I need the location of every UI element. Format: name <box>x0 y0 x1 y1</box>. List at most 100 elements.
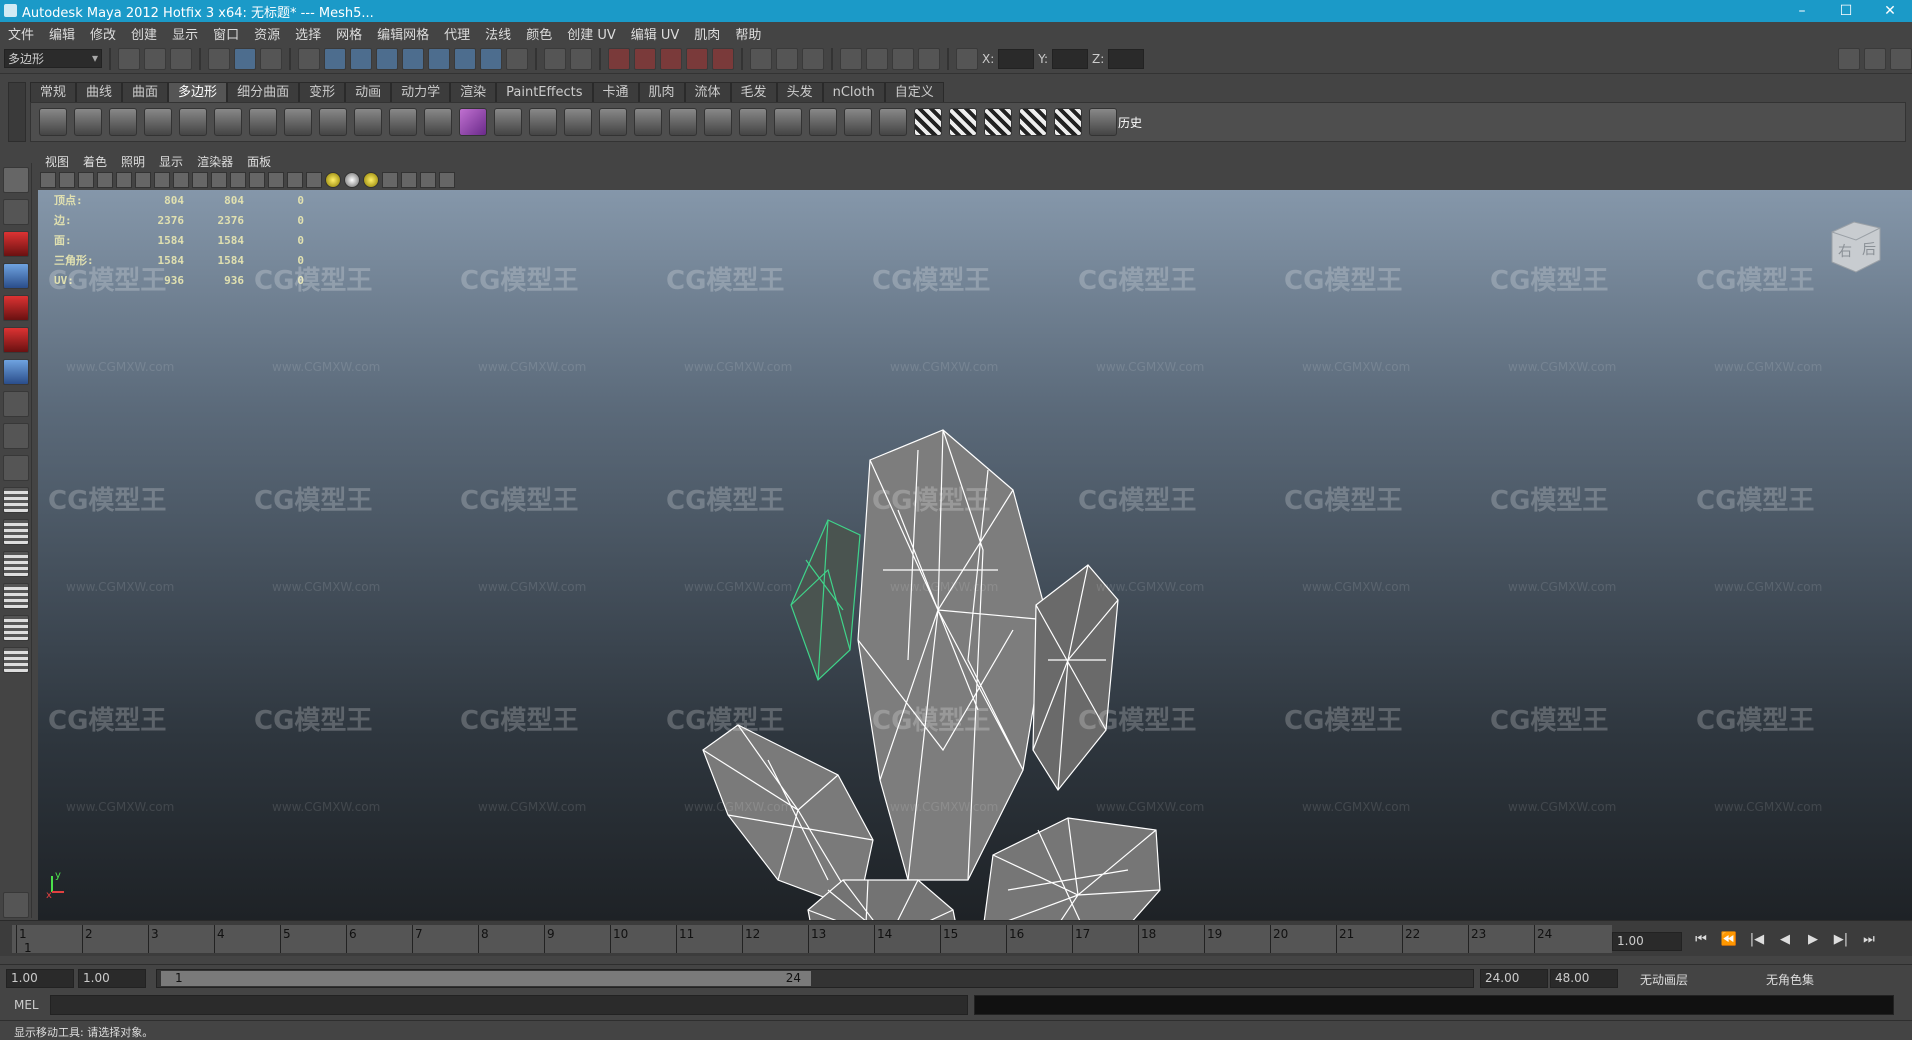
time-slider[interactable]: 1 2 3 4 5 6 7 8 9 10 11 12 13 14 15 16 17 18 19 20 21 22 23 24 1… <box>0 920 1912 956</box>
maximize-button[interactable]: ☐ <box>1824 0 1868 22</box>
safe-title-icon[interactable] <box>230 172 246 188</box>
menu-item-10[interactable]: 代理 <box>438 24 479 43</box>
automatic-mapping-icon[interactable] <box>1019 108 1047 136</box>
mask-joint-icon[interactable] <box>324 47 346 70</box>
select-tool-icon[interactable] <box>2 167 29 193</box>
range-slider[interactable]: 1 24 <box>156 969 1474 988</box>
mask-render-icon[interactable] <box>454 47 476 70</box>
resolution-gate-icon[interactable] <box>154 172 170 188</box>
camera-attributes-icon[interactable] <box>59 172 75 188</box>
mask-misc-icon[interactable] <box>480 47 502 70</box>
scale-tool-icon[interactable] <box>2 327 29 353</box>
character-set-dropdown[interactable]: 无角色集 <box>1766 971 1814 988</box>
playback-end-field[interactable]: 24.00 <box>1480 969 1548 988</box>
field-chart-icon[interactable] <box>192 172 208 188</box>
panel-menu-5[interactable]: 面板 <box>240 153 278 170</box>
select-by-component-icon[interactable] <box>260 47 282 70</box>
playback-button-4[interactable]: ▶ <box>1802 932 1824 951</box>
playback-button-6[interactable]: ⏭ <box>1858 932 1880 951</box>
view-cube[interactable]: 右 后 <box>1822 214 1886 278</box>
bookmarks-icon[interactable] <box>78 172 94 188</box>
highlight-selection-icon[interactable] <box>570 47 592 70</box>
playback-button-0[interactable]: ⏮ <box>1690 932 1712 951</box>
poly-plane-icon[interactable] <box>179 108 207 136</box>
wedge-icon[interactable] <box>774 108 802 136</box>
animation-end-field[interactable]: 48.00 <box>1550 969 1618 988</box>
persp-graph-layout-icon[interactable] <box>2 583 29 609</box>
z-field[interactable] <box>1108 48 1145 69</box>
spherical-mapping-icon[interactable] <box>984 108 1012 136</box>
single-perspective-layout-icon[interactable] <box>2 487 29 513</box>
shelf-tab-12[interactable]: 流体 <box>684 82 731 102</box>
playback-button-2[interactable]: |◀ <box>1746 932 1768 951</box>
mel-label[interactable]: MEL <box>14 998 39 1012</box>
safe-action-icon[interactable] <box>211 172 227 188</box>
high-quality-icon[interactable] <box>363 172 379 188</box>
y-field[interactable] <box>1052 48 1089 69</box>
shelf-tab-16[interactable]: 自定义 <box>884 82 944 102</box>
animation-start-field[interactable]: 1.00 <box>6 969 74 988</box>
shelf-tab-0[interactable]: 常规 <box>30 82 77 102</box>
render-view-icon[interactable] <box>840 47 862 70</box>
make-live-icon[interactable] <box>712 47 734 70</box>
persp-uv-layout-icon[interactable] <box>2 647 29 673</box>
bevel-icon[interactable] <box>669 108 697 136</box>
input-ops-icon[interactable] <box>750 47 772 70</box>
playback-button-5[interactable]: ▶| <box>1830 932 1852 951</box>
menu-item-4[interactable]: 显示 <box>166 24 207 43</box>
menu-set-dropdown[interactable]: 多边形 <box>4 49 102 68</box>
panel-menu-4[interactable]: 渲染器 <box>190 153 240 170</box>
panel-menu-1[interactable]: 着色 <box>76 153 114 170</box>
poly-torus-icon[interactable] <box>214 108 242 136</box>
isolate-select-icon[interactable] <box>382 172 398 188</box>
sculpt-icon[interactable] <box>844 108 872 136</box>
shelf-tab-8[interactable]: 渲染 <box>450 82 497 102</box>
universal-manipulator-icon[interactable] <box>2 359 29 385</box>
mask-handle-icon[interactable] <box>298 47 320 70</box>
poly-combine-icon[interactable] <box>354 108 382 136</box>
merge-icon[interactable] <box>704 108 732 136</box>
mask-dynamic-icon[interactable] <box>428 47 450 70</box>
playback-start-field[interactable]: 1.00 <box>78 969 146 988</box>
shelf-tab-2[interactable]: 曲面 <box>122 82 169 102</box>
open-scene-icon[interactable] <box>144 47 166 70</box>
render-settings-icon[interactable] <box>918 47 940 70</box>
mask-curve-icon[interactable] <box>350 47 372 70</box>
current-frame-field[interactable]: 1.00 <box>1612 932 1682 951</box>
select-by-object-icon[interactable] <box>234 47 256 70</box>
playback-button-1[interactable]: ⏪ <box>1718 932 1740 951</box>
planar-mapping-icon[interactable] <box>914 108 942 136</box>
lock-selection-icon[interactable] <box>544 47 566 70</box>
menu-item-15[interactable]: 肌肉 <box>688 24 729 43</box>
poly-sphere-icon[interactable] <box>39 108 67 136</box>
menu-item-14[interactable]: 编辑 UV <box>625 24 689 43</box>
poly-cone-icon[interactable] <box>144 108 172 136</box>
poly-extract-icon[interactable] <box>424 108 452 136</box>
poly-pyramid-icon[interactable] <box>249 108 277 136</box>
close-button[interactable]: ✕ <box>1868 0 1912 22</box>
menu-item-5[interactable]: 窗口 <box>207 24 248 43</box>
image-plane-icon[interactable] <box>97 172 113 188</box>
backface-culling-icon[interactable] <box>439 172 455 188</box>
history-icon[interactable] <box>1089 108 1117 136</box>
xray-joints-icon[interactable] <box>420 172 436 188</box>
extrude-icon[interactable] <box>494 108 522 136</box>
menu-item-0[interactable]: 文件 <box>2 24 43 43</box>
panel-menu-2[interactable]: 照明 <box>114 153 152 170</box>
lasso-tool-icon[interactable] <box>2 199 29 225</box>
poly-smooth-icon[interactable] <box>459 108 487 136</box>
anim-layer-dropdown[interactable]: 无动画层 <box>1640 971 1688 988</box>
minimize-button[interactable]: – <box>1780 0 1824 22</box>
duplicate-face-icon[interactable] <box>739 108 767 136</box>
shelf-tab-1[interactable]: 曲线 <box>76 82 123 102</box>
shelf-tab-14[interactable]: 头发 <box>776 82 823 102</box>
shelf-tab-13[interactable]: 毛发 <box>730 82 777 102</box>
shelf-tab-9[interactable]: PaintEffects <box>496 82 593 102</box>
menu-item-1[interactable]: 编辑 <box>43 24 84 43</box>
xray-icon[interactable] <box>401 172 417 188</box>
perspective-viewport[interactable]: 顶点: 804 804 0 边: 2376 2376 0 面: 1584 1584 0 三角形: 1584… <box>38 190 1912 920</box>
construction-history-icon[interactable] <box>802 47 824 70</box>
use-all-lights-icon[interactable] <box>325 172 341 188</box>
playback-button-3[interactable]: ◀ <box>1774 932 1796 951</box>
attribute-editor-icon[interactable] <box>1838 47 1860 70</box>
